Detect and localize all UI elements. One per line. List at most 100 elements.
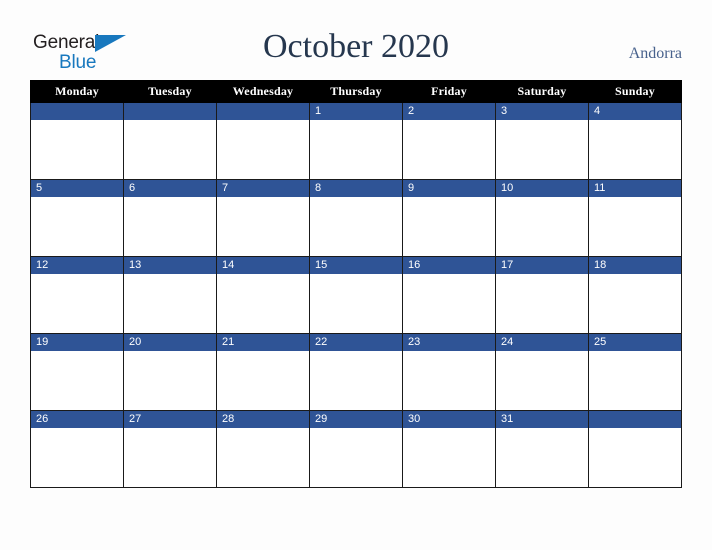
weekday-header-friday: Friday [402,80,496,103]
logo-triangle-icon [95,35,126,52]
logo-text-blue: Blue [59,52,97,73]
day-events-area[interactable] [124,274,216,333]
day-number: 22 [310,334,402,351]
day-events-area[interactable] [124,197,216,256]
day-events-area[interactable] [310,120,402,179]
day-cell[interactable]: 24 [495,333,589,411]
day-cell[interactable]: 20 [123,333,217,411]
day-number: 11 [589,180,681,197]
day-events-area[interactable] [31,197,123,256]
weekday-header-row: Monday Tuesday Wednesday Thursday Friday… [30,80,682,103]
day-cell[interactable]: 16 [402,256,496,334]
day-cell[interactable]: 2 [402,102,496,180]
day-number: 7 [217,180,309,197]
day-events-area[interactable] [496,120,588,179]
day-number: 25 [589,334,681,351]
day-cell[interactable]: 11 [588,179,682,257]
day-number: 26 [31,411,123,428]
day-cell[interactable]: 27 [123,410,217,488]
day-events-area[interactable] [310,274,402,333]
day-events-area[interactable] [31,274,123,333]
day-number: 4 [589,103,681,120]
day-events-area[interactable] [310,428,402,487]
region-label: Andorra [628,45,682,62]
day-cell[interactable]: 14 [216,256,310,334]
day-events-area[interactable] [496,197,588,256]
day-cell[interactable]: 19 [30,333,124,411]
calendar-grid: Monday Tuesday Wednesday Thursday Friday… [30,80,682,488]
day-cell[interactable] [123,102,217,180]
day-cell[interactable]: 22 [309,333,403,411]
day-number: 13 [124,257,216,274]
day-events-area[interactable] [589,197,681,256]
day-number [217,103,309,120]
day-events-area[interactable] [496,351,588,410]
day-events-area[interactable] [589,274,681,333]
day-events-area[interactable] [217,274,309,333]
day-events-area[interactable] [589,120,681,179]
day-cell[interactable]: 23 [402,333,496,411]
day-number: 3 [496,103,588,120]
day-events-area[interactable] [310,351,402,410]
day-events-area[interactable] [403,197,495,256]
calendar-week-row: 12 13 14 15 16 17 18 [30,256,682,334]
day-events-area[interactable] [31,351,123,410]
day-cell[interactable]: 13 [123,256,217,334]
day-events-area[interactable] [496,274,588,333]
general-blue-logo[interactable]: General Blue [33,32,133,76]
day-cell[interactable]: 4 [588,102,682,180]
day-cell[interactable]: 31 [495,410,589,488]
day-events-area[interactable] [217,197,309,256]
day-cell[interactable]: 5 [30,179,124,257]
day-events-area[interactable] [124,351,216,410]
day-events-area[interactable] [217,351,309,410]
day-cell[interactable]: 28 [216,410,310,488]
day-events-area[interactable] [589,351,681,410]
day-number: 21 [217,334,309,351]
day-events-area[interactable] [217,120,309,179]
day-events-area[interactable] [403,274,495,333]
day-cell[interactable]: 3 [495,102,589,180]
day-number: 5 [31,180,123,197]
day-events-area[interactable] [124,120,216,179]
day-cell[interactable]: 25 [588,333,682,411]
page-header: General Blue October 2020 Andorra [0,0,712,80]
day-cell[interactable]: 8 [309,179,403,257]
day-events-area[interactable] [403,351,495,410]
day-cell[interactable]: 10 [495,179,589,257]
day-cell[interactable]: 26 [30,410,124,488]
day-number: 9 [403,180,495,197]
day-events-area[interactable] [496,428,588,487]
weekday-header-wednesday: Wednesday [216,80,310,103]
day-events-area[interactable] [403,428,495,487]
day-events-area[interactable] [403,120,495,179]
day-cell[interactable]: 6 [123,179,217,257]
weekday-header-thursday: Thursday [309,80,403,103]
day-number: 2 [403,103,495,120]
day-number: 17 [496,257,588,274]
day-cell[interactable]: 17 [495,256,589,334]
day-cell[interactable] [588,410,682,488]
day-cell[interactable]: 12 [30,256,124,334]
day-events-area[interactable] [310,197,402,256]
day-cell[interactable]: 15 [309,256,403,334]
day-number: 24 [496,334,588,351]
day-cell[interactable]: 29 [309,410,403,488]
day-cell[interactable]: 1 [309,102,403,180]
day-cell[interactable]: 18 [588,256,682,334]
day-events-area[interactable] [217,428,309,487]
day-number: 14 [217,257,309,274]
day-cell[interactable]: 30 [402,410,496,488]
day-events-area[interactable] [31,120,123,179]
day-events-area[interactable] [124,428,216,487]
day-events-area[interactable] [589,428,681,487]
day-cell[interactable]: 21 [216,333,310,411]
day-number: 31 [496,411,588,428]
day-cell[interactable]: 9 [402,179,496,257]
day-cell[interactable] [30,102,124,180]
day-events-area[interactable] [31,428,123,487]
day-cell[interactable] [216,102,310,180]
day-number: 30 [403,411,495,428]
day-cell[interactable]: 7 [216,179,310,257]
day-number [589,411,681,428]
